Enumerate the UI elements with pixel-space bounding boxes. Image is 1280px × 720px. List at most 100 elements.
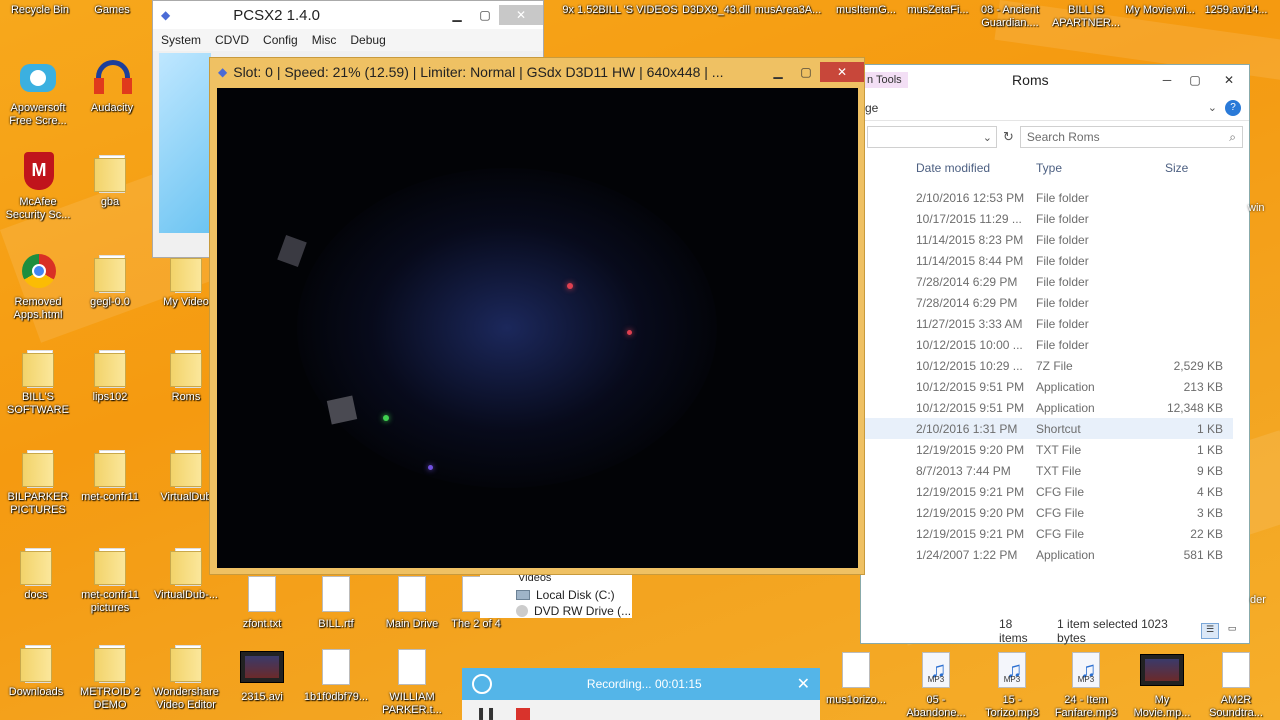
desktop-icon[interactable]: 1b1f0dbf79...	[300, 645, 372, 704]
game-viewport[interactable]	[217, 88, 858, 568]
desktop-icon[interactable]: docs	[0, 543, 72, 602]
nav-item-local-disk[interactable]: Local Disk (C:)	[480, 586, 632, 604]
table-row[interactable]: 1/24/2007 1:22 PM Application 581 KB	[861, 544, 1233, 565]
table-row[interactable]: 7/28/2014 6:29 PM File folder	[861, 271, 1233, 292]
column-size[interactable]: Size	[1165, 161, 1188, 175]
column-date-modified[interactable]: Date modified	[916, 161, 990, 175]
desktop-icon[interactable]: mus1orizo...	[820, 648, 892, 707]
mp3-icon: ♫ MP3	[1064, 648, 1108, 692]
desktop-icon-label[interactable]: 08 - Ancient Guardian....	[970, 4, 1050, 30]
desktop-icon[interactable]: Wondershare Video Editor	[150, 640, 222, 712]
minimize-button[interactable]: ─	[1153, 70, 1181, 90]
desktop-icon-label[interactable]: musArea3A...	[748, 4, 828, 17]
chevron-down-icon[interactable]: ⌄	[1208, 101, 1217, 114]
desktop-icon[interactable]: Removed Apps.html	[2, 250, 74, 322]
desktop-icon[interactable]: met-confr11 pictures	[74, 543, 146, 615]
desktop-icon[interactable]: 2315.avi	[226, 645, 298, 704]
address-bar[interactable]: ⌄	[867, 126, 997, 148]
desktop-icon[interactable]: WILLIAM PARKER.t...	[376, 645, 448, 717]
recorder-toolbar[interactable]: Recording... 00:01:15 ✕ ❚❚	[462, 668, 820, 720]
desktop-icon-label[interactable]: musItemG...	[826, 4, 906, 17]
desktop-icon[interactable]: METROID 2 DEMO	[74, 640, 146, 712]
desktop-icon[interactable]: BILL.rtf	[300, 572, 372, 631]
minimize-button[interactable]: ▁	[764, 62, 792, 82]
table-row[interactable]: 12/19/2015 9:20 PM CFG File 3 KB	[861, 502, 1233, 523]
desktop-icon[interactable]: My Movie.mp...	[1126, 648, 1198, 720]
close-button[interactable]: ✕	[499, 5, 543, 25]
desktop-icon-label[interactable]: My Movie.wi...	[1120, 4, 1200, 17]
desktop-icon[interactable]: ♫ MP3 15 - Torizo.mp3	[976, 648, 1048, 720]
stop-icon[interactable]	[516, 708, 530, 720]
desktop-icon[interactable]: BILPARKER PICTURES	[2, 445, 74, 517]
desktop-icon[interactable]: ♫ MP3 24 - Item Fanfare.mp3	[1050, 648, 1122, 720]
ribbon-tools-tab[interactable]: n Tools	[861, 72, 908, 88]
column-type[interactable]: Type	[1036, 161, 1062, 175]
table-row[interactable]: 2/10/2016 12:53 PM File folder	[861, 187, 1233, 208]
menu-item-config[interactable]: Config	[263, 33, 298, 47]
table-row[interactable]: 10/12/2015 10:29 ... 7Z File 2,529 KB	[861, 355, 1233, 376]
desktop-icon[interactable]: M McAfee Security Sc...	[2, 150, 74, 222]
desktop-icon[interactable]: Main Drive	[376, 572, 448, 631]
desktop-icon[interactable]: Audacity	[76, 56, 148, 115]
close-button[interactable]: ✕	[820, 62, 864, 82]
desktop-icon[interactable]: BILL'S SOFTWARE	[2, 345, 74, 417]
explorer-window[interactable]: n Tools Roms ─ ▢ ✕ ge ⌄ ? ⌄ ↻ Search Rom…	[860, 64, 1250, 645]
video-icon	[240, 645, 284, 689]
desktop-icon[interactable]: gba	[74, 150, 146, 209]
desktop-icon-label[interactable]: musZetaFi...	[898, 4, 978, 17]
search-input[interactable]: Search Roms ⌕	[1019, 126, 1243, 148]
menu-item-misc[interactable]: Misc	[312, 33, 337, 47]
minimize-button[interactable]: ▁	[443, 5, 471, 25]
ribbon-bar: ge ⌄ ?	[861, 95, 1249, 121]
desktop-icon-label[interactable]: Games	[72, 4, 152, 17]
desktop-icon[interactable]: met-confr11	[74, 445, 146, 504]
table-row[interactable]: 7/28/2014 6:29 PM File folder	[861, 292, 1233, 313]
table-row[interactable]: 10/12/2015 9:51 PM Application 12,348 KB	[861, 397, 1233, 418]
menu-item-debug[interactable]: Debug	[350, 33, 385, 47]
nav-item-dvd[interactable]: DVD RW Drive (...	[480, 604, 632, 618]
desktop-icon[interactable]: ♫ MP3 05 - Abandone...	[900, 648, 972, 720]
large-icons-view-icon[interactable]: ▭	[1223, 623, 1241, 639]
cell-size: 9 KB	[1196, 464, 1223, 478]
table-row[interactable]: 12/19/2015 9:21 PM CFG File 22 KB	[861, 523, 1233, 544]
table-row[interactable]: 10/12/2015 10:00 ... File folder	[861, 334, 1233, 355]
table-row[interactable]: 11/27/2015 3:33 AM File folder	[861, 313, 1233, 334]
desktop-icon-label[interactable]: D3DX9_43.dll	[676, 4, 756, 17]
close-button[interactable]: ✕	[1209, 70, 1249, 90]
chevron-down-icon[interactable]: ⌄	[983, 131, 992, 144]
desktop-icon[interactable]: Apowersoft Free Scre...	[2, 56, 74, 128]
table-row[interactable]: 10/17/2015 11:29 ... File folder	[861, 208, 1233, 229]
maximize-button[interactable]: ▢	[792, 62, 820, 82]
desktop-icon-label[interactable]: BILL 'S VIDEOS	[598, 4, 678, 17]
help-icon[interactable]: ?	[1225, 99, 1241, 116]
table-row[interactable]: 11/14/2015 8:44 PM File folder	[861, 250, 1233, 271]
desktop-icon-label[interactable]: 1259.avi14...	[1196, 4, 1276, 17]
table-row[interactable]: 11/14/2015 8:23 PM File folder	[861, 229, 1233, 250]
table-row[interactable]: 10/12/2015 9:51 PM Application 213 KB	[861, 376, 1233, 397]
maximize-button[interactable]: ▢	[1181, 70, 1209, 90]
table-row[interactable]: 12/19/2015 9:20 PM TXT File 1 KB	[861, 439, 1233, 460]
gsdx-game-window[interactable]: ◆ Slot: 0 | Speed: 21% (12.59) | Limiter…	[209, 57, 865, 575]
table-row[interactable]: 12/19/2015 9:21 PM CFG File 4 KB	[861, 481, 1233, 502]
menu-item-system[interactable]: System	[161, 33, 201, 47]
menu-item-cdvd[interactable]: CDVD	[215, 33, 249, 47]
gsdx-titlebar[interactable]: ◆ Slot: 0 | Speed: 21% (12.59) | Limiter…	[210, 58, 864, 86]
desktop-icon-label[interactable]: BILL IS APARTNER...	[1046, 4, 1126, 30]
desktop-icon[interactable]: gegl-0.0	[74, 250, 146, 309]
refresh-icon[interactable]: ↻	[1003, 129, 1014, 145]
details-view-icon[interactable]: ☰	[1201, 623, 1219, 639]
desktop-icon[interactable]: lips102	[74, 345, 146, 404]
desktop-icon[interactable]: AM2R Soundtra...	[1200, 648, 1272, 720]
desktop-icon[interactable]: zfont.txt	[226, 572, 298, 631]
cell-size: 12,348 KB	[1166, 401, 1223, 415]
pause-icon[interactable]: ❚❚	[476, 706, 496, 720]
close-icon[interactable]: ✕	[797, 674, 810, 694]
ribbon-label[interactable]: ge	[865, 101, 878, 115]
explorer-titlebar[interactable]: n Tools Roms ─ ▢ ✕	[861, 65, 1249, 95]
table-row[interactable]: 2/10/2016 1:31 PM Shortcut 1 KB	[861, 418, 1233, 439]
desktop-icon-label[interactable]: Recycle Bin	[0, 4, 80, 17]
maximize-button[interactable]: ▢	[471, 5, 499, 25]
pcsx2-titlebar[interactable]: ◆ PCSX2 1.4.0 ▁ ▢ ✕	[153, 1, 543, 29]
desktop-icon[interactable]: Downloads	[0, 640, 72, 699]
table-row[interactable]: 8/7/2013 7:44 PM TXT File 9 KB	[861, 460, 1233, 481]
